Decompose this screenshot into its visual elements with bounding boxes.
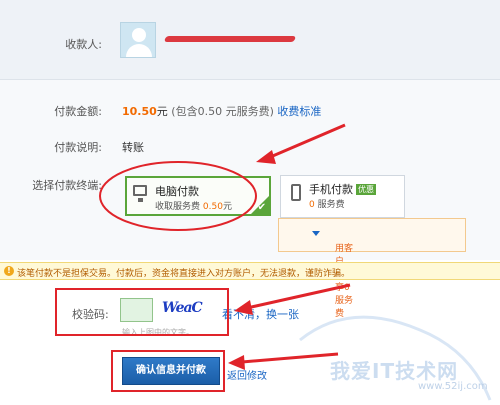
- watermark-text: 我爱IT技术网: [330, 359, 459, 383]
- memo-label: 付款说明:: [54, 141, 102, 154]
- check-icon: ✔: [257, 202, 266, 213]
- watermark-url: www.52ij.com: [418, 381, 488, 392]
- back-edit-link[interactable]: 返回修改: [227, 367, 267, 382]
- confirm-pay-button[interactable]: 确认信息并付款: [122, 357, 220, 385]
- captcha-hint: 输入上图中的文字。: [122, 328, 194, 337]
- client-app-tip[interactable]: 用客户端，享0服务费: [278, 218, 466, 319]
- captcha-refresh-link[interactable]: 看不清，换一张: [222, 306, 299, 322]
- client-tip-text: 用客户端，享0服务费: [335, 244, 354, 319]
- mobile-payment-fee: 0 服务费: [309, 197, 345, 210]
- amount-row: 10.50元 (包含0.50 元服务费) 收费标准: [122, 103, 321, 119]
- captcha-label: 校验码:: [72, 308, 109, 321]
- discount-badge: 优惠: [356, 184, 376, 195]
- warning-bar: ! 该笔付款不是担保交易。付款后，资金将直接进入对方账户，无法退款，谨防诈骗。: [0, 262, 500, 280]
- pc-fee-unit: 元: [222, 202, 232, 212]
- amount-detail: (包含0.50 元服务费): [171, 105, 274, 118]
- pc-payment-title: 电脑付款: [155, 185, 199, 198]
- fee-standard-link[interactable]: 收费标准: [277, 105, 321, 118]
- recipient-name-redacted: [163, 36, 297, 42]
- caret-down-icon: [312, 231, 320, 236]
- recipient-label: 收款人:: [65, 38, 102, 51]
- phone-icon: [291, 184, 301, 201]
- amount-label: 付款金额:: [54, 105, 102, 118]
- pc-payment-option[interactable]: 电脑付款 收取服务费 0.50元 ✔: [125, 176, 271, 216]
- mobile-fee-suffix: 服务费: [317, 200, 345, 210]
- amount-value: 10.50: [122, 105, 157, 118]
- recipient-avatar: [120, 22, 156, 58]
- warning-text: 该笔付款不是担保交易。付款后，资金将直接进入对方账户，无法退款，谨防诈骗。: [17, 269, 351, 279]
- mobile-fee-value: 0: [309, 200, 315, 210]
- captcha-input[interactable]: [120, 298, 153, 322]
- avatar-body-icon: [126, 44, 152, 57]
- terminal-label: 选择付款终端:: [32, 179, 102, 192]
- memo-value: 转账: [122, 141, 144, 154]
- mobile-payment-title: 手机付款 优惠: [309, 181, 376, 197]
- captcha-image[interactable]: WeaC: [162, 300, 204, 320]
- annotation-arrow-3: [241, 352, 339, 364]
- mobile-title-text: 手机付款: [309, 183, 353, 196]
- pc-fee-value: 0.50: [202, 202, 223, 212]
- avatar-head-icon: [132, 28, 146, 42]
- warning-icon: !: [4, 266, 14, 276]
- monitor-icon: [133, 185, 147, 202]
- pc-fee-prefix: 收取服务费: [155, 202, 201, 212]
- amount-unit: 元: [156, 105, 168, 118]
- pc-payment-fee: 收取服务费 0.50元: [155, 199, 232, 212]
- mobile-payment-option[interactable]: 手机付款 优惠 0 服务费: [280, 175, 405, 218]
